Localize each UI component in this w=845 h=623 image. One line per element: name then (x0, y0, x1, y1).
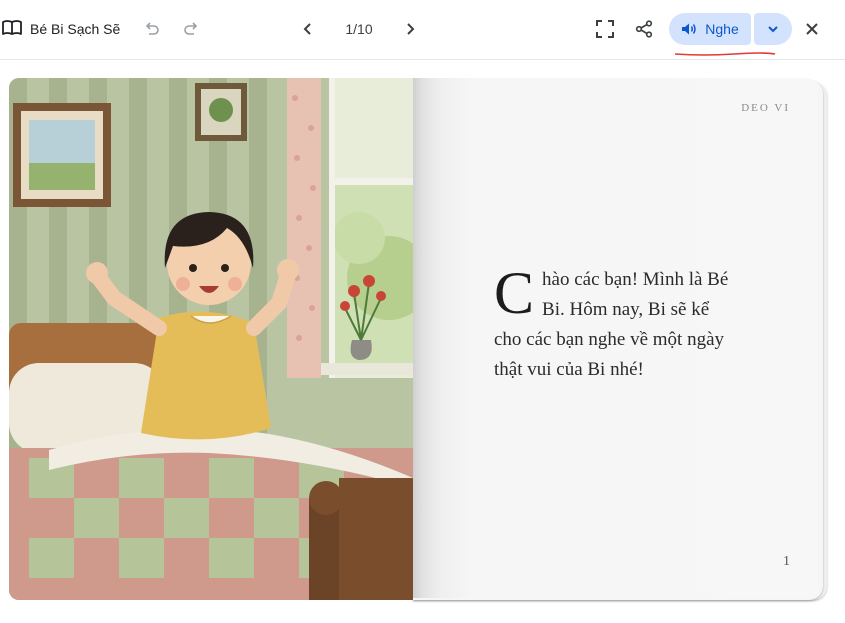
fullscreen-icon[interactable] (594, 18, 616, 40)
chevron-left-icon[interactable] (297, 18, 319, 40)
drop-cap: C (494, 260, 535, 326)
chevron-right-icon[interactable] (399, 18, 421, 40)
page-indicator: 1/10 (345, 21, 373, 37)
undo-icon[interactable] (142, 19, 162, 39)
listen-label: Nghe (705, 21, 739, 37)
chevron-down-icon (767, 25, 779, 33)
text-page: DEO VI Chào các bạn! Mình là Bé Bi. Hôm … (413, 78, 818, 598)
page-number: 1 (783, 554, 790, 569)
story-illustration (9, 78, 413, 600)
toolbar: Bé Bi Sạch Sẽ 1/10 Nghe (0, 0, 845, 60)
story-text: Chào các bạn! Mình là Bé Bi. Hôm nay, Bi… (494, 260, 734, 385)
book-title: Bé Bi Sạch Sẽ (30, 21, 121, 37)
speaker-icon (681, 22, 697, 36)
listen-button[interactable]: Nghe (669, 13, 751, 45)
listen-options-button[interactable] (754, 13, 792, 45)
book-spread: DEO VI Chào các bạn! Mình là Bé Bi. Hôm … (9, 78, 827, 600)
annotation-underline (674, 52, 776, 56)
redo-icon[interactable] (181, 19, 201, 39)
page-header: DEO VI (741, 102, 790, 114)
share-icon[interactable] (633, 18, 655, 40)
close-icon[interactable] (801, 18, 823, 40)
book-icon (2, 19, 22, 37)
